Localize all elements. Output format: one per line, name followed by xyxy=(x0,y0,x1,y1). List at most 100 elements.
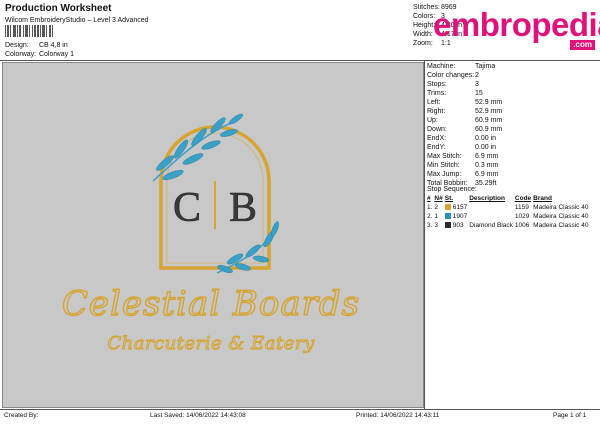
barcode-bar xyxy=(42,25,43,37)
color-swatch xyxy=(444,213,451,220)
design-label: Design: xyxy=(5,42,29,49)
cell-num: 2. xyxy=(427,213,433,220)
barcode-bar xyxy=(43,25,44,37)
machine-label: Stops: xyxy=(427,81,447,88)
barcode-bar xyxy=(40,25,41,37)
divider-vertical xyxy=(424,60,425,409)
machine-label: Right: xyxy=(427,108,446,115)
machine-value: 60.9 mm xyxy=(475,117,503,124)
design-preview: C B Celestial Boards Charcuterie & Eater… xyxy=(2,62,424,408)
col-header: N# xyxy=(434,195,443,202)
machine-row: EndY: 0.00 in xyxy=(427,143,502,152)
machine-value: 15 xyxy=(475,90,483,97)
business-tagline: Charcuterie & Eatery xyxy=(107,333,315,354)
barcode-bar xyxy=(44,25,45,37)
software-name: Wilcom EmbroideryStudio – Level 3 Advanc… xyxy=(5,17,149,24)
cell-stitch-count: 1907 xyxy=(452,213,468,220)
barcode-bar xyxy=(29,25,30,37)
cell-description xyxy=(469,203,515,212)
cell-code: 1006 xyxy=(514,222,530,229)
embropedia-logo: embropedia .com xyxy=(433,6,600,52)
barcode-bar xyxy=(5,25,6,37)
machine-value: 52.9 mm xyxy=(475,108,503,115)
machine-label: Left: xyxy=(427,99,441,106)
barcode-bar xyxy=(10,25,11,37)
col-header: Brand xyxy=(533,195,552,202)
design-row: Design: CB 4,8 in xyxy=(5,41,68,50)
table-header-row: # N# St. Description Code Brand xyxy=(427,194,590,203)
machine-row: Stops: 3 xyxy=(427,80,502,89)
colorway-row: Colorway: Colorway 1 xyxy=(5,50,74,59)
cell-code: 1029 xyxy=(514,213,530,220)
table-row: 1. 2 6157 1159 Madeira Classic 40 xyxy=(427,203,590,212)
barcode-bar xyxy=(26,25,27,37)
machine-row: Left: 52.9 mm xyxy=(427,98,502,107)
col-header: Code xyxy=(514,195,532,202)
barcode-bar xyxy=(49,25,50,37)
barcode-bar xyxy=(34,25,35,37)
leaf-spray-top xyxy=(152,113,243,182)
cell-stitches: 1907 xyxy=(444,212,469,221)
footer-printed: Printed: 14/06/2022 14:43:11 xyxy=(356,412,440,419)
barcode-bar xyxy=(7,25,8,37)
cell-stitches: 903 xyxy=(444,221,469,230)
barcode-bar xyxy=(13,25,14,37)
machine-label: Min Stitch: xyxy=(427,162,460,169)
machine-value: 6.9 mm xyxy=(475,153,499,160)
machine-row: Trims: 15 xyxy=(427,89,502,98)
barcode-bar xyxy=(46,25,47,37)
cell-code: 1159 xyxy=(514,204,529,211)
machine-row: Color changes: 2 xyxy=(427,71,502,80)
footer-created: Created By: xyxy=(4,412,39,419)
machine-value: 0.00 in xyxy=(475,135,497,142)
cell-description xyxy=(469,212,515,221)
machine-label: Down: xyxy=(427,126,447,133)
cell-description: Diamond Black xyxy=(469,222,513,229)
logo-wordmark: embropedia xyxy=(433,6,600,43)
machine-label: Color changes: xyxy=(427,72,475,79)
logo-dotcom: .com xyxy=(570,40,595,50)
machine-row: Down: 60.9 mm xyxy=(427,125,502,134)
machine-row: Max Jump: 6.9 mm xyxy=(427,170,502,179)
barcode-bar xyxy=(35,25,36,37)
machine-row: Max Stitch: 6.9 mm xyxy=(427,152,502,161)
col-header: Description xyxy=(469,195,505,202)
cell-num: 3. xyxy=(427,222,433,229)
cell-brand: Madeira Classic 40 xyxy=(533,204,589,211)
footer-saved: Last Saved: 14/06/2022 14:43:08 xyxy=(150,412,246,419)
footer-page: Page 1 of 1 xyxy=(553,412,587,419)
barcode-bar xyxy=(20,25,21,37)
cell-needle: 2 xyxy=(434,204,439,211)
machine-label: Trims: xyxy=(427,90,447,97)
color-swatch xyxy=(444,222,451,229)
col-header: # xyxy=(427,195,431,202)
table-row: 2. 1 1907 1029 Madeira Classic 40 xyxy=(427,212,590,221)
cell-needle: 1 xyxy=(434,213,439,220)
stop-sequence-title: Stop Sequence: xyxy=(427,186,477,193)
barcode-bar xyxy=(8,25,9,37)
col-header: St. xyxy=(444,195,454,202)
barcode-bar xyxy=(19,25,20,37)
cell-stitch-count: 6157 xyxy=(452,204,468,211)
cell-stitch-count: 903 xyxy=(452,222,464,229)
barcode-bar xyxy=(14,25,15,37)
machine-label: EndX: xyxy=(427,135,447,142)
design-value: CB 4,8 in xyxy=(38,42,68,49)
machine-value: 60.9 mm xyxy=(475,126,503,133)
cell-brand: Madeira Classic 40 xyxy=(533,222,589,229)
stop-sequence-table: # N# St. Description Code Brand 1. 2 6157 1… xyxy=(427,194,590,230)
color-swatch xyxy=(444,204,451,211)
machine-value: 3 xyxy=(475,81,479,88)
machine-label: Max Stitch: xyxy=(427,153,462,160)
machine-value: 0.00 in xyxy=(475,144,497,151)
machine-value: Tajima xyxy=(475,63,496,70)
barcode-bar xyxy=(32,25,33,37)
colorway-value: Colorway 1 xyxy=(38,51,74,58)
monogram-left: C xyxy=(173,185,201,231)
barcode-bar xyxy=(27,25,28,37)
cell-needle: 3 xyxy=(434,222,439,229)
machine-value: 2 xyxy=(475,72,479,79)
page-title: Production Worksheet xyxy=(5,3,112,14)
barcode-bar xyxy=(52,25,53,37)
cell-num: 1. xyxy=(427,204,433,211)
